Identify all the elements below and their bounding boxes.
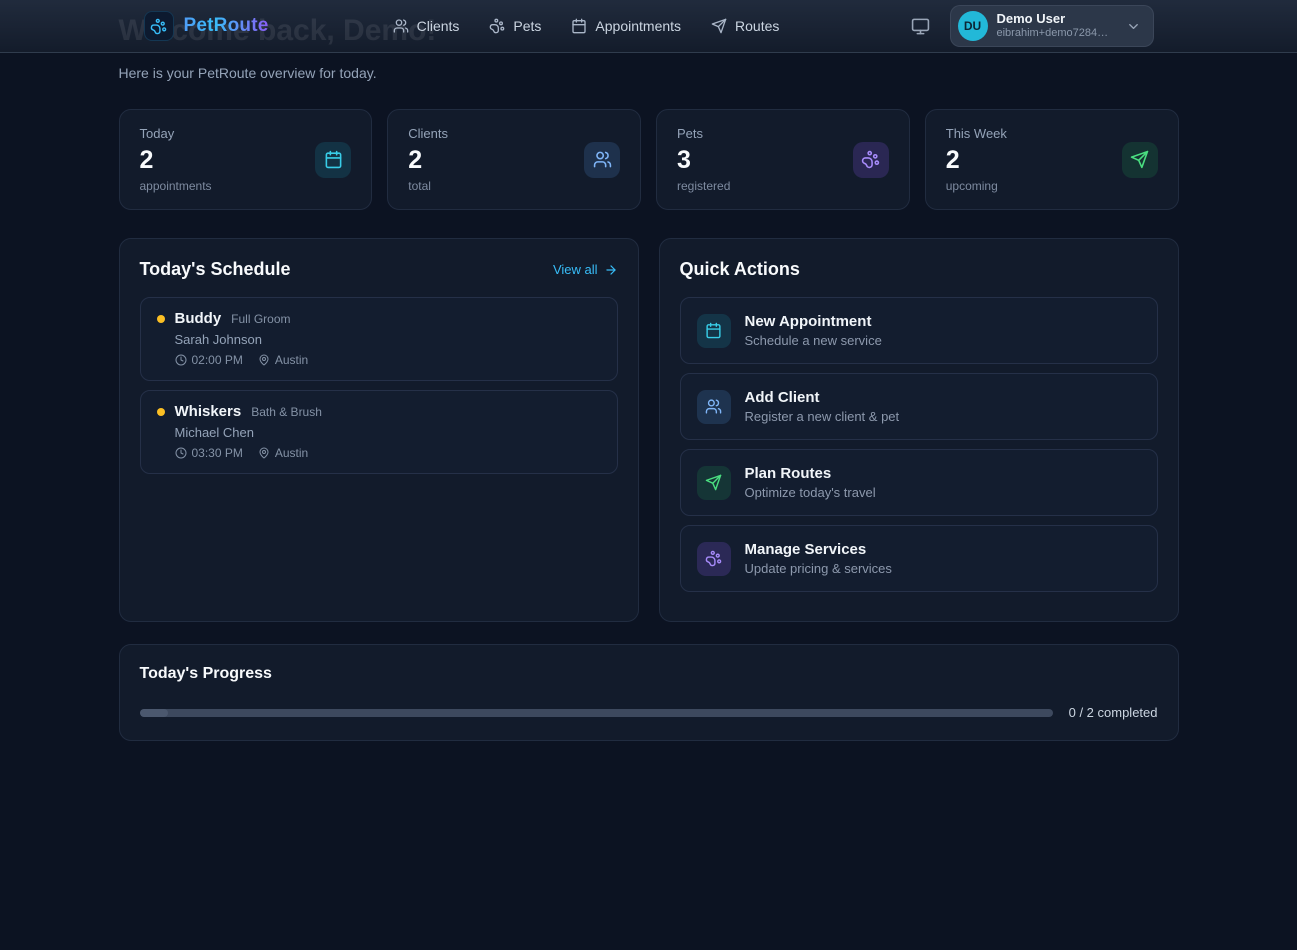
todays-progress-card: Today's Progress 0 / 2 completed: [119, 644, 1179, 741]
quick-actions-card: Quick Actions New Appointment Schedule a…: [659, 238, 1179, 622]
nav-item-label: Clients: [417, 18, 460, 34]
appointment-time: 02:00 PM: [192, 353, 243, 367]
status-dot: [157, 408, 165, 416]
nav-item-routes[interactable]: Routes: [711, 18, 779, 34]
progress-title: Today's Progress: [140, 665, 1158, 683]
progress-label: 0 / 2 completed: [1069, 705, 1158, 720]
stat-label: Pets: [677, 126, 730, 141]
action-subtitle: Schedule a new service: [745, 333, 882, 348]
nav-item-pets[interactable]: Pets: [489, 18, 541, 34]
user-menu[interactable]: DU Demo User eibrahim+demo7284@g...: [950, 5, 1154, 47]
chevron-down-icon: [1126, 19, 1141, 34]
schedule-item[interactable]: Whiskers Bath & Brush Michael Chen 03:30…: [140, 390, 618, 474]
stat-value: 2: [408, 146, 448, 175]
client-name: Michael Chen: [175, 425, 601, 440]
stat-sublabel: total: [408, 179, 448, 193]
progress-bar-fill: [140, 709, 168, 717]
service-name: Bath & Brush: [251, 405, 322, 419]
stat-value: 2: [946, 146, 1007, 175]
view-all-link[interactable]: View all: [553, 262, 618, 277]
pet-name: Whiskers: [175, 403, 242, 420]
calendar-icon: [571, 18, 587, 34]
map-pin-icon: [258, 447, 270, 459]
client-name: Sarah Johnson: [175, 332, 601, 347]
send-icon: [1122, 142, 1158, 178]
petroute-logo-icon: [144, 11, 174, 41]
stat-card-this-week: This Week 2 upcoming: [925, 109, 1179, 210]
view-all-label: View all: [553, 262, 598, 277]
calendar-icon: [697, 314, 731, 348]
add-client-action[interactable]: Add Client Register a new client & pet: [680, 373, 1158, 440]
stat-sublabel: appointments: [140, 179, 212, 193]
action-title: Manage Services: [745, 541, 892, 558]
paw-icon: [697, 542, 731, 576]
map-pin-icon: [258, 354, 270, 366]
schedule-item[interactable]: Buddy Full Groom Sarah Johnson 02:00 PM …: [140, 297, 618, 381]
nav-menu: Clients Pets Appointments Routes: [393, 18, 780, 34]
stat-sublabel: registered: [677, 179, 730, 193]
plan-routes-action[interactable]: Plan Routes Optimize today's travel: [680, 449, 1158, 516]
stat-label: Clients: [408, 126, 448, 141]
action-title: Add Client: [745, 389, 900, 406]
schedule-list: Buddy Full Groom Sarah Johnson 02:00 PM …: [140, 297, 618, 474]
paw-icon: [489, 18, 505, 34]
paw-icon: [853, 142, 889, 178]
stat-value: 3: [677, 146, 730, 175]
stat-sublabel: upcoming: [946, 179, 1007, 193]
status-dot: [157, 315, 165, 323]
stats-row: Today 2 appointments Clients 2 total Pet…: [119, 109, 1179, 210]
send-icon: [697, 466, 731, 500]
users-icon: [697, 390, 731, 424]
quick-actions-list: New Appointment Schedule a new service A…: [680, 297, 1158, 592]
stat-card-clients: Clients 2 total: [387, 109, 641, 210]
new-appointment-action[interactable]: New Appointment Schedule a new service: [680, 297, 1158, 364]
clock-icon: [175, 447, 187, 459]
calendar-icon: [315, 142, 351, 178]
monitor-icon: [911, 17, 930, 36]
stat-card-today: Today 2 appointments: [119, 109, 373, 210]
display-mode-button[interactable]: [904, 9, 938, 43]
action-title: Plan Routes: [745, 465, 876, 482]
top-nav: PetRoute Clients Pets Appointments Route…: [0, 0, 1297, 53]
appointment-location: Austin: [275, 446, 308, 460]
stat-label: This Week: [946, 126, 1007, 141]
appointment-location: Austin: [275, 353, 308, 367]
brand-logo[interactable]: PetRoute: [144, 11, 269, 41]
action-title: New Appointment: [745, 313, 882, 330]
users-icon: [393, 18, 409, 34]
dashboard-page: Welcome back, Demo! Here is your PetRout…: [119, 14, 1179, 741]
send-icon: [711, 18, 727, 34]
stat-card-pets: Pets 3 registered: [656, 109, 910, 210]
pet-name: Buddy: [175, 310, 222, 327]
appointment-time: 03:30 PM: [192, 446, 243, 460]
manage-services-action[interactable]: Manage Services Update pricing & service…: [680, 525, 1158, 592]
quick-actions-title: Quick Actions: [680, 259, 800, 280]
action-subtitle: Update pricing & services: [745, 561, 892, 576]
user-email: eibrahim+demo7284@g...: [997, 27, 1115, 40]
page-subtitle: Here is your PetRoute overview for today…: [119, 65, 1179, 81]
progress-bar: [140, 709, 1053, 717]
user-name: Demo User: [997, 12, 1115, 27]
stat-value: 2: [140, 146, 212, 175]
todays-schedule-card: Today's Schedule View all Buddy Full Gro…: [119, 238, 639, 622]
nav-item-label: Appointments: [595, 18, 681, 34]
brand-name: PetRoute: [184, 15, 269, 37]
action-subtitle: Register a new client & pet: [745, 409, 900, 424]
avatar: DU: [958, 11, 988, 41]
stat-label: Today: [140, 126, 212, 141]
clock-icon: [175, 354, 187, 366]
nav-item-label: Routes: [735, 18, 779, 34]
nav-item-label: Pets: [513, 18, 541, 34]
action-subtitle: Optimize today's travel: [745, 485, 876, 500]
nav-item-appointments[interactable]: Appointments: [571, 18, 681, 34]
service-name: Full Groom: [231, 312, 290, 326]
schedule-title: Today's Schedule: [140, 259, 291, 280]
nav-item-clients[interactable]: Clients: [393, 18, 460, 34]
users-icon: [584, 142, 620, 178]
arrow-right-icon: [604, 263, 618, 277]
